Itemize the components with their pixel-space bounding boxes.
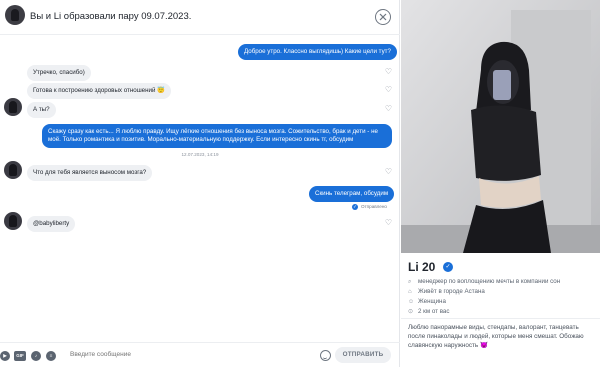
- close-chat-button[interactable]: [375, 9, 391, 25]
- incoming-message: @babyliberty: [27, 216, 76, 232]
- distance-text: 2 км от вас: [418, 308, 450, 315]
- like-heart-icon[interactable]: ♡: [384, 67, 393, 76]
- verified-badge-icon: ✓: [443, 262, 453, 272]
- match-avatar[interactable]: [4, 212, 22, 230]
- music-icon[interactable]: ♪: [31, 351, 41, 361]
- profile-distance: ⊙ 2 км от вас: [408, 308, 449, 315]
- outgoing-message: Доброе утро. Классно выглядишь) Какие це…: [238, 44, 397, 60]
- send-button[interactable]: ОТПРАВИТЬ: [335, 347, 391, 363]
- close-icon: [379, 13, 387, 21]
- outgoing-message: Скажу сразу как есть... Я люблю правду. …: [42, 124, 392, 148]
- incoming-message: Что для тебя является выносом мозга?: [27, 165, 153, 181]
- chat-panel: Вы и Li образовали пару 09.07.2023. Добр…: [0, 0, 400, 367]
- gender-text: Женщина: [418, 298, 446, 305]
- home-icon: ⌂: [408, 289, 412, 295]
- emoji-icon[interactable]: [320, 350, 331, 361]
- match-avatar[interactable]: [4, 161, 22, 179]
- match-title: Вы и Li образовали пару 09.07.2023.: [30, 11, 192, 22]
- video-call-icon[interactable]: ▶: [0, 351, 10, 361]
- profile-bio: Люблю панорамные виды, стендапы, валоран…: [408, 324, 584, 349]
- city-text: Живёт в городе Астана: [418, 288, 485, 295]
- incoming-message: Готова к построению здоровых отношений 😇: [27, 83, 171, 99]
- message-timestamp: 12.07.2023, 14:19: [181, 152, 219, 157]
- match-avatar[interactable]: [4, 98, 22, 116]
- incoming-message: Утречко, спасибо): [27, 65, 91, 81]
- like-heart-icon[interactable]: ♡: [384, 167, 393, 176]
- profile-gender: ☺ Женщина: [408, 298, 446, 305]
- chat-header: Вы и Li образовали пару 09.07.2023.: [0, 0, 400, 35]
- profile-panel: Li 20 ✓ ⌕ менеджер по воплощению мечты в …: [401, 0, 600, 367]
- sent-check-icon: ✓: [352, 204, 358, 210]
- sent-status: ✓ Отправлено: [352, 204, 387, 210]
- message-list[interactable]: Доброе утро. Классно выглядишь) Какие це…: [0, 36, 400, 336]
- sticker-icon[interactable]: ≡: [46, 351, 56, 361]
- person-icon: ☺: [408, 299, 415, 305]
- profile-name: Li 20: [408, 260, 436, 274]
- sent-status-label: Отправлено: [361, 204, 387, 210]
- like-heart-icon[interactable]: ♡: [384, 85, 393, 94]
- match-avatar[interactable]: [5, 5, 25, 25]
- gif-button[interactable]: GIF: [14, 351, 26, 361]
- like-heart-icon[interactable]: ♡: [384, 104, 393, 113]
- search-icon: ⌕: [408, 279, 412, 285]
- job-text: менеджер по воплощению мечты в компании …: [418, 278, 561, 285]
- message-input[interactable]: [70, 351, 300, 358]
- outgoing-message: Скинь телеграм, обсудим: [309, 186, 395, 202]
- location-pin-icon: ⊙: [408, 309, 414, 315]
- profile-photo[interactable]: [401, 0, 600, 253]
- profile-photo-image: [401, 0, 600, 253]
- profile-city: ⌂ Живёт в городе Астана: [408, 288, 485, 295]
- like-heart-icon[interactable]: ♡: [384, 218, 393, 227]
- divider: [401, 318, 600, 319]
- incoming-message: А ты?: [27, 102, 56, 118]
- profile-job: ⌕ менеджер по воплощению мечты в компании…: [408, 278, 560, 286]
